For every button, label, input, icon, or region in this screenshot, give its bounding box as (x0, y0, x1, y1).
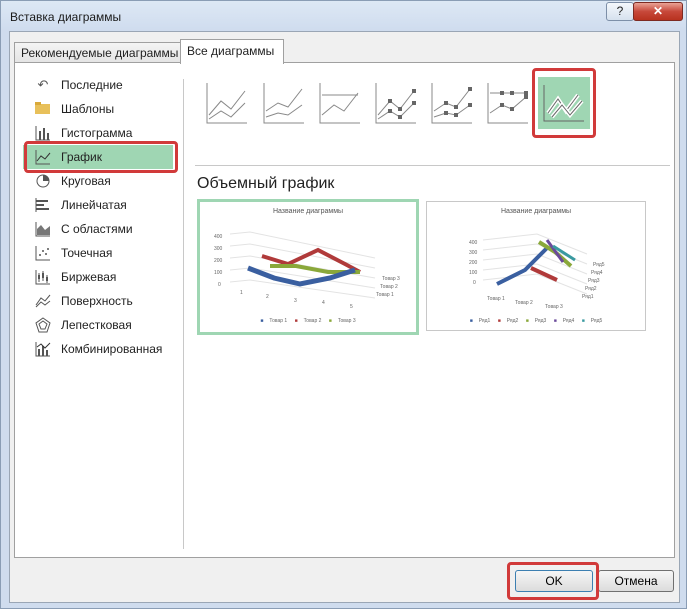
preview2-depth-label: Ряд1 (582, 294, 594, 300)
sidebar-item-scatter[interactable]: Точечная (23, 241, 173, 265)
combo-chart-icon (35, 341, 51, 357)
chart-preview-2[interactable]: Название диаграммы 400 300 200 100 0 Тов… (426, 201, 646, 331)
preview2-ytick: 0 (473, 280, 476, 286)
preview1-ytick: 100 (214, 270, 223, 276)
subtype-stacked-line[interactable] (258, 77, 310, 129)
preview2-plot: 400 300 200 100 0 Товар 1 Товар 2 Товар … (469, 233, 605, 310)
preview2-xtick: Товар 3 (545, 304, 563, 310)
sidebar-item-line[interactable]: График (23, 145, 173, 169)
subtype-3d-line[interactable] (538, 77, 590, 129)
preview1-depth-label: Товар 2 (380, 284, 398, 290)
preview2-ytick: 100 (469, 270, 478, 276)
help-button[interactable]: ? (606, 2, 634, 21)
sidebar-item-combo[interactable]: Комбинированная (23, 337, 173, 361)
preview2-ytick: 200 (469, 260, 478, 266)
preview2-ytick: 400 (469, 240, 478, 246)
insert-chart-dialog: Вставка диаграммы ? ✕ Рекомендуемые диаг… (0, 0, 687, 609)
preview2-depth-label: Ряд2 (585, 286, 597, 292)
preview2-depth-label: Ряд4 (591, 270, 603, 276)
preview1-xtick: 5 (350, 304, 353, 310)
chart-type-list: ↶ Последние Шаблоны Гистограмма График К… (15, 63, 183, 557)
sidebar-item-radar[interactable]: Лепестковая (23, 313, 173, 337)
preview1-depth-label: Товар 3 (382, 276, 400, 282)
sidebar-item-recent[interactable]: ↶ Последние (23, 73, 173, 97)
preview1-xtick: 2 (266, 294, 269, 300)
cancel-button[interactable]: Отмена (598, 570, 674, 592)
preview2-ytick: 300 (469, 250, 478, 256)
legend-entry-label: Ряд5 (590, 318, 603, 324)
line-chart-icon (35, 149, 51, 165)
preview1-ytick: 300 (214, 246, 223, 252)
legend-entry-label: Ряд1 (478, 318, 491, 324)
close-button[interactable]: ✕ (633, 2, 683, 21)
preview1-ytick: 200 (214, 258, 223, 264)
folder-icon (35, 101, 51, 117)
legend-entry-label: Товар 2 (303, 318, 322, 324)
surface-chart-icon (35, 293, 51, 309)
preview1-plot: 400 300 200 100 0 1 2 3 4 5 Товар 3 Това… (214, 231, 400, 310)
all-charts-panel: ↶ Последние Шаблоны Гистограмма График К… (14, 62, 675, 558)
preview1-legend: ■ Товар 1 ■ Товар 2 ■ Товар 3 (200, 318, 416, 324)
undo-arrow-icon: ↶ (37, 77, 49, 92)
legend-entry-label: Ряд3 (534, 318, 547, 324)
scatter-chart-icon (35, 245, 51, 261)
preview2-xtick: Товар 1 (487, 296, 505, 302)
legend-entry-label: Товар 3 (337, 318, 356, 324)
sidebar-item-pie[interactable]: Круговая (23, 169, 173, 193)
sidebar-item-templates[interactable]: Шаблоны (23, 97, 173, 121)
dialog-body: Рекомендуемые диаграммы Все диаграммы ↶ … (9, 31, 680, 603)
ok-button[interactable]: OK (515, 570, 593, 592)
tab-all-charts[interactable]: Все диаграммы (180, 39, 284, 64)
dialog-footer: OK Отмена (10, 558, 679, 602)
sidebar-item-surface[interactable]: Поверхность (23, 289, 173, 313)
stock-chart-icon (35, 269, 51, 285)
sidebar-item-area[interactable]: С областями (23, 217, 173, 241)
legend-entry: ■ (260, 318, 264, 324)
radar-chart-icon (35, 317, 51, 333)
area-chart-icon (35, 221, 51, 237)
legend-entry: ■ (581, 318, 585, 324)
preview1-depth-label: Товар 1 (376, 292, 394, 298)
sidebar-item-stock[interactable]: Биржевая (23, 265, 173, 289)
legend-entry: ■ (328, 318, 332, 324)
subtype-divider (195, 165, 670, 166)
column-chart-icon (35, 125, 51, 141)
dialog-title: Вставка диаграммы (10, 10, 122, 24)
subtype-line[interactable] (201, 77, 253, 129)
legend-entry: ■ (553, 318, 557, 324)
legend-entry-label: Товар 1 (269, 318, 288, 324)
section-title: Объемный график (197, 175, 335, 192)
sidebar-item-bar[interactable]: Линейчатая (23, 193, 173, 217)
preview2-legend: ■ Ряд1 ■ Ряд2 ■ Ряд3 ■ Ряд4 ■ Ряд5 (427, 318, 645, 324)
chart-preview-1[interactable]: Название диаграммы 400 300 200 100 0 1 2… (197, 199, 419, 335)
legend-entry-label: Ряд2 (506, 318, 519, 324)
preview1-xtick: 4 (322, 300, 325, 306)
subtype-100-stacked-line-markers[interactable] (482, 77, 534, 129)
title-bar: Вставка диаграммы ? ✕ (1, 1, 686, 31)
preview2-depth-label: Ряд5 (593, 262, 605, 268)
preview1-xtick: 1 (240, 290, 243, 296)
subtype-line-markers[interactable] (370, 77, 422, 129)
pie-chart-icon (35, 173, 51, 189)
subtype-stacked-line-markers[interactable] (426, 77, 478, 129)
legend-entry: ■ (525, 318, 529, 324)
legend-entry-label: Ряд4 (562, 318, 575, 324)
preview2-depth-label: Ряд3 (588, 278, 600, 284)
bar-chart-icon (35, 197, 51, 213)
legend-entry: ■ (469, 318, 473, 324)
sidebar-item-column[interactable]: Гистограмма (23, 121, 173, 145)
preview2-xtick: Товар 2 (515, 300, 533, 306)
sidebar-divider (183, 79, 184, 549)
legend-entry: ■ (294, 318, 298, 324)
tab-recommended-charts[interactable]: Рекомендуемые диаграммы (14, 42, 182, 63)
preview1-xtick: 3 (294, 298, 297, 304)
preview1-ytick: 0 (218, 282, 221, 288)
preview1-ytick: 400 (214, 234, 223, 240)
subtype-100-stacked-line[interactable] (314, 77, 366, 129)
legend-entry: ■ (497, 318, 501, 324)
